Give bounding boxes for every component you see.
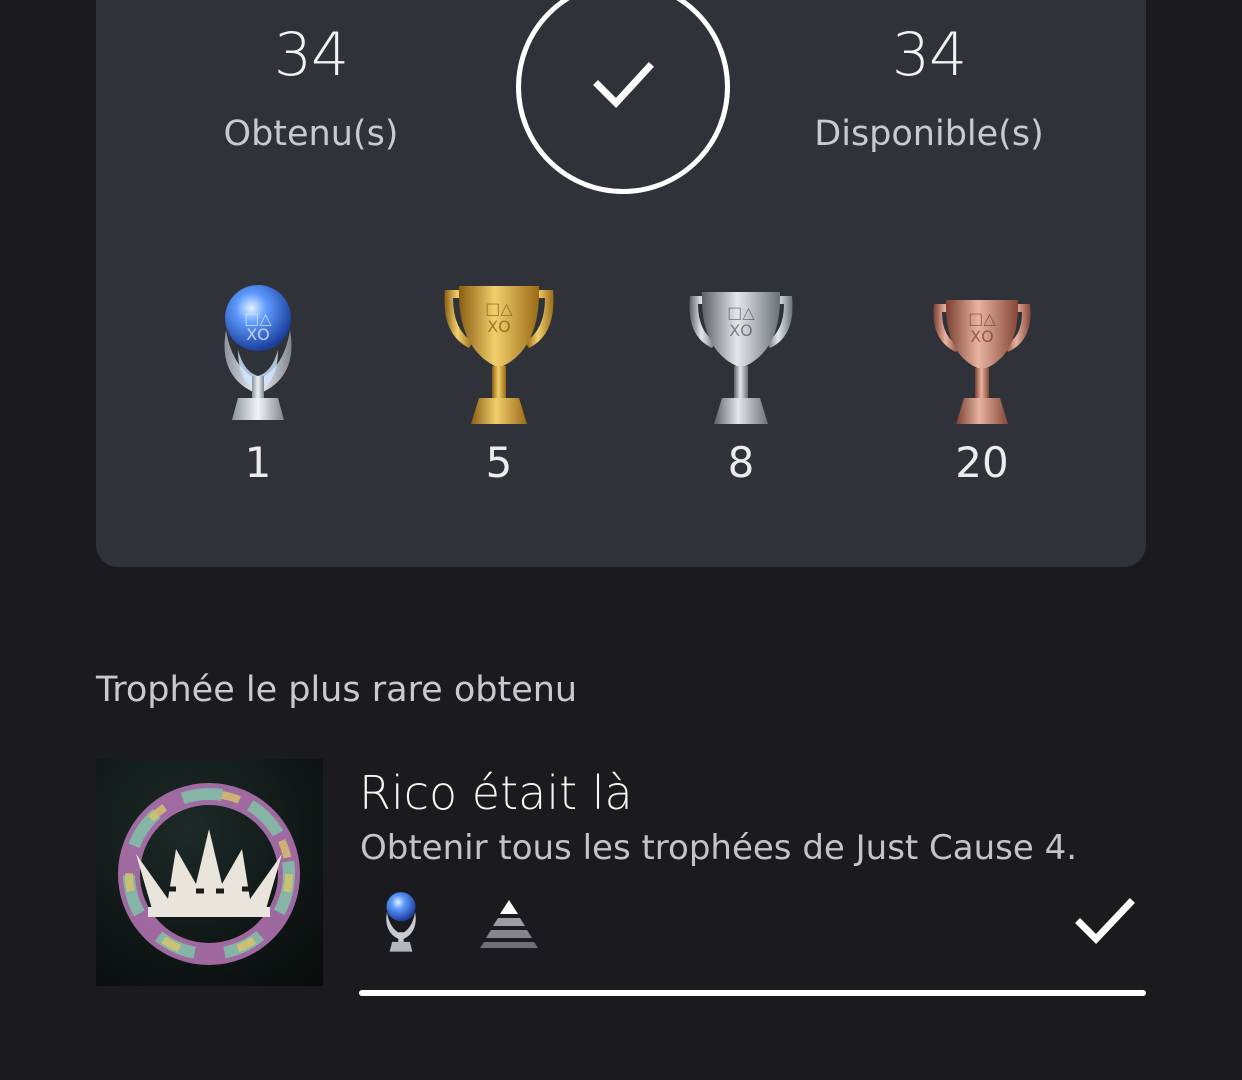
svg-text:ХО: ХО — [246, 325, 270, 344]
completion-ring — [516, 0, 730, 194]
earned-count: 34 — [273, 20, 349, 90]
trophy-summary-screen: 34 Obtenu(s) 34 Disponible(s) □△ ХО 1 □△… — [0, 0, 1242, 1080]
rarity-pyramid-icon — [480, 900, 538, 948]
available-label: Disponible(s) — [814, 114, 1044, 154]
svg-text:□△: □△ — [727, 303, 755, 322]
rarest-trophy-description: Obtenir tous les trophées de Just Cause … — [360, 828, 1078, 868]
svg-text:ХО: ХО — [970, 327, 994, 346]
tier-bronze: □△ ХО 20 — [902, 280, 1062, 487]
earned-label: Obtenu(s) — [223, 114, 399, 154]
svg-text:□△: □△ — [485, 299, 513, 318]
svg-text:ХО: ХО — [729, 321, 753, 340]
bronze-count: 20 — [955, 438, 1009, 487]
platinum-trophy-icon — [386, 892, 416, 952]
rarest-section-title: Trophée le plus rare obtenu — [96, 670, 578, 710]
check-icon — [1075, 898, 1135, 945]
tier-platinum: □△ ХО 1 — [178, 280, 338, 487]
silver-trophy-icon: □△ ХО — [689, 292, 793, 424]
tier-gold: □△ ХО 5 — [419, 280, 579, 487]
crown-emblem-icon — [118, 783, 300, 965]
silver-count: 8 — [727, 438, 755, 487]
rarest-trophy-name: Rico était là — [359, 766, 633, 820]
tier-silver: □△ ХО 8 — [661, 280, 821, 487]
trophy-progress-bar — [359, 990, 1146, 996]
check-icon — [593, 62, 654, 109]
available-count: 34 — [891, 20, 967, 90]
gold-count: 5 — [485, 438, 513, 487]
bronze-trophy-icon: □△ ХО — [933, 300, 1031, 424]
gold-trophy-icon: □△ ХО — [444, 286, 554, 424]
platinum-count: 1 — [244, 438, 272, 487]
svg-text:ХО: ХО — [487, 317, 511, 336]
trophy-summary-card: 34 Obtenu(s) 34 Disponible(s) □△ ХО 1 □△… — [96, 0, 1146, 567]
trophy-thumbnail[interactable] — [96, 759, 323, 986]
svg-text:□△: □△ — [968, 309, 996, 328]
platinum-trophy-icon: □△ ХО — [224, 285, 292, 420]
trophy-progress-fill — [359, 990, 1146, 996]
